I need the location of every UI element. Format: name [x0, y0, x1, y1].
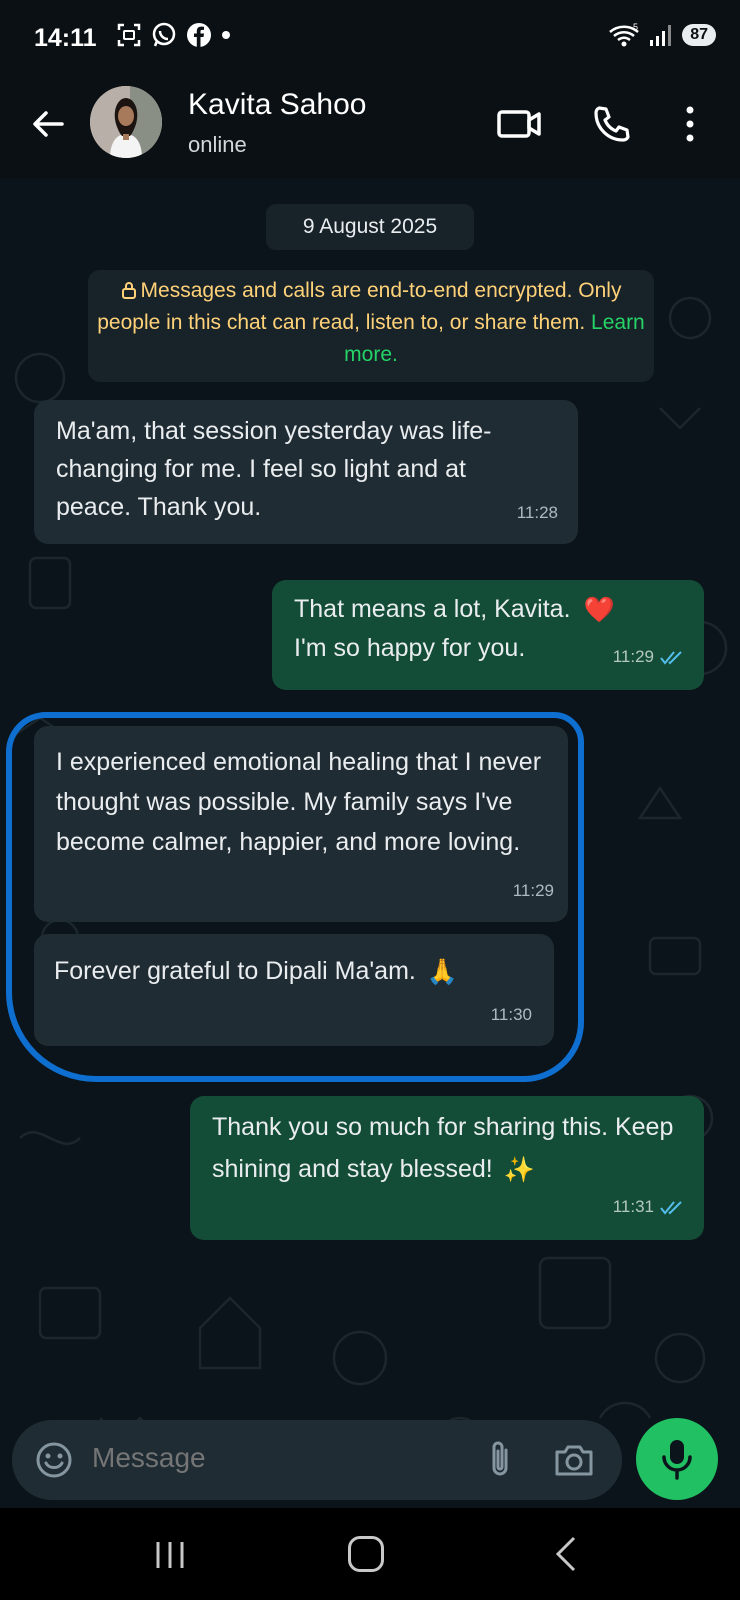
- notification-icons: [116, 22, 231, 48]
- message-text-line: Forever grateful to Dipali Ma'am. 🙏: [54, 952, 534, 991]
- camera-icon[interactable]: [552, 1438, 596, 1482]
- signal-icon: [650, 25, 672, 46]
- message-text: I'm so happy for you.: [294, 634, 526, 663]
- heart-emoji: ❤️: [583, 596, 615, 625]
- message-input-box[interactable]: [12, 1420, 622, 1500]
- message-text: I experienced emotional healing that I n…: [56, 748, 542, 856]
- recent-apps-icon[interactable]: [150, 1538, 190, 1572]
- message-time: 11:29: [612, 647, 654, 666]
- voice-message-button[interactable]: [636, 1418, 718, 1500]
- microphone-icon: [662, 1440, 692, 1480]
- message-time: 11:31: [612, 1197, 654, 1216]
- encryption-notice[interactable]: Messages and calls are end-to-end encryp…: [88, 270, 654, 382]
- message-input-bar: [0, 1392, 740, 1508]
- contact-status: online: [188, 132, 247, 157]
- message-text: Ma'am, that session yesterday was life-c…: [56, 417, 492, 521]
- contact-name[interactable]: Kavita Sahoo: [188, 88, 366, 122]
- screenshot-icon: [117, 23, 141, 47]
- read-receipt-icon: [660, 650, 682, 665]
- message-bubble[interactable]: Ma'am, that session yesterday was life-c…: [34, 400, 578, 544]
- message-text: That means a lot, Kavita.: [294, 595, 571, 623]
- message-time: 11:30: [490, 1005, 532, 1024]
- folded-hands-emoji: 🙏: [426, 958, 458, 987]
- chat-area[interactable]: 9 August 2025 Messages and calls are end…: [0, 178, 740, 1508]
- system-navigation-bar: [0, 1508, 740, 1600]
- date-chip: 9 August 2025: [266, 204, 474, 250]
- facebook-icon: [187, 23, 211, 47]
- back-arrow-icon[interactable]: [26, 102, 70, 146]
- message-time-row: 11:31: [613, 1188, 686, 1226]
- battery-indicator: 87: [682, 24, 716, 46]
- message-input[interactable]: [92, 1442, 472, 1474]
- sparkles-emoji: ✨: [503, 1156, 535, 1185]
- avatar-image: [90, 86, 162, 158]
- message-bubble[interactable]: I experienced emotional healing that I n…: [34, 726, 568, 922]
- more-options-icon[interactable]: [680, 102, 700, 146]
- read-receipt-icon: [660, 1200, 682, 1215]
- chat-header: Kavita Sahoo online: [0, 78, 740, 178]
- message-bubble[interactable]: Thank you so much for sharing this. Keep…: [190, 1096, 704, 1240]
- avatar[interactable]: [90, 86, 162, 158]
- message-text-line: That means a lot, Kavita. ❤️: [294, 590, 684, 629]
- attachment-icon[interactable]: [482, 1438, 518, 1482]
- message-bubble[interactable]: Forever grateful to Dipali Ma'am. 🙏 11:3…: [34, 934, 554, 1046]
- voice-call-icon[interactable]: [590, 102, 634, 146]
- home-button-icon[interactable]: [348, 1536, 384, 1572]
- message-text: Forever grateful to Dipali Ma'am.: [54, 957, 416, 985]
- dot-icon: [222, 31, 230, 39]
- emoji-icon[interactable]: [34, 1440, 74, 1480]
- message-time: 11:29: [512, 881, 554, 900]
- message-time: 11:28: [516, 503, 558, 522]
- wifi-label: 5: [633, 22, 638, 32]
- back-nav-icon[interactable]: [552, 1534, 580, 1574]
- wifi-icon: 5: [609, 22, 640, 47]
- system-icons: 5 87: [608, 22, 716, 48]
- status-bar: 14:11 5 87: [0, 0, 740, 78]
- encryption-text: Messages and calls are end-to-end encryp…: [97, 279, 622, 334]
- message-text: Thank you so much for sharing this. Keep…: [212, 1113, 674, 1183]
- status-time: 14:11: [34, 24, 97, 52]
- whatsapp-icon: [152, 22, 176, 47]
- message-bubble[interactable]: That means a lot, Kavita. ❤️ I'm so happ…: [272, 580, 704, 690]
- message-time-row: 11:29: [613, 638, 686, 676]
- lock-icon: [121, 282, 136, 299]
- video-call-icon[interactable]: [496, 104, 544, 144]
